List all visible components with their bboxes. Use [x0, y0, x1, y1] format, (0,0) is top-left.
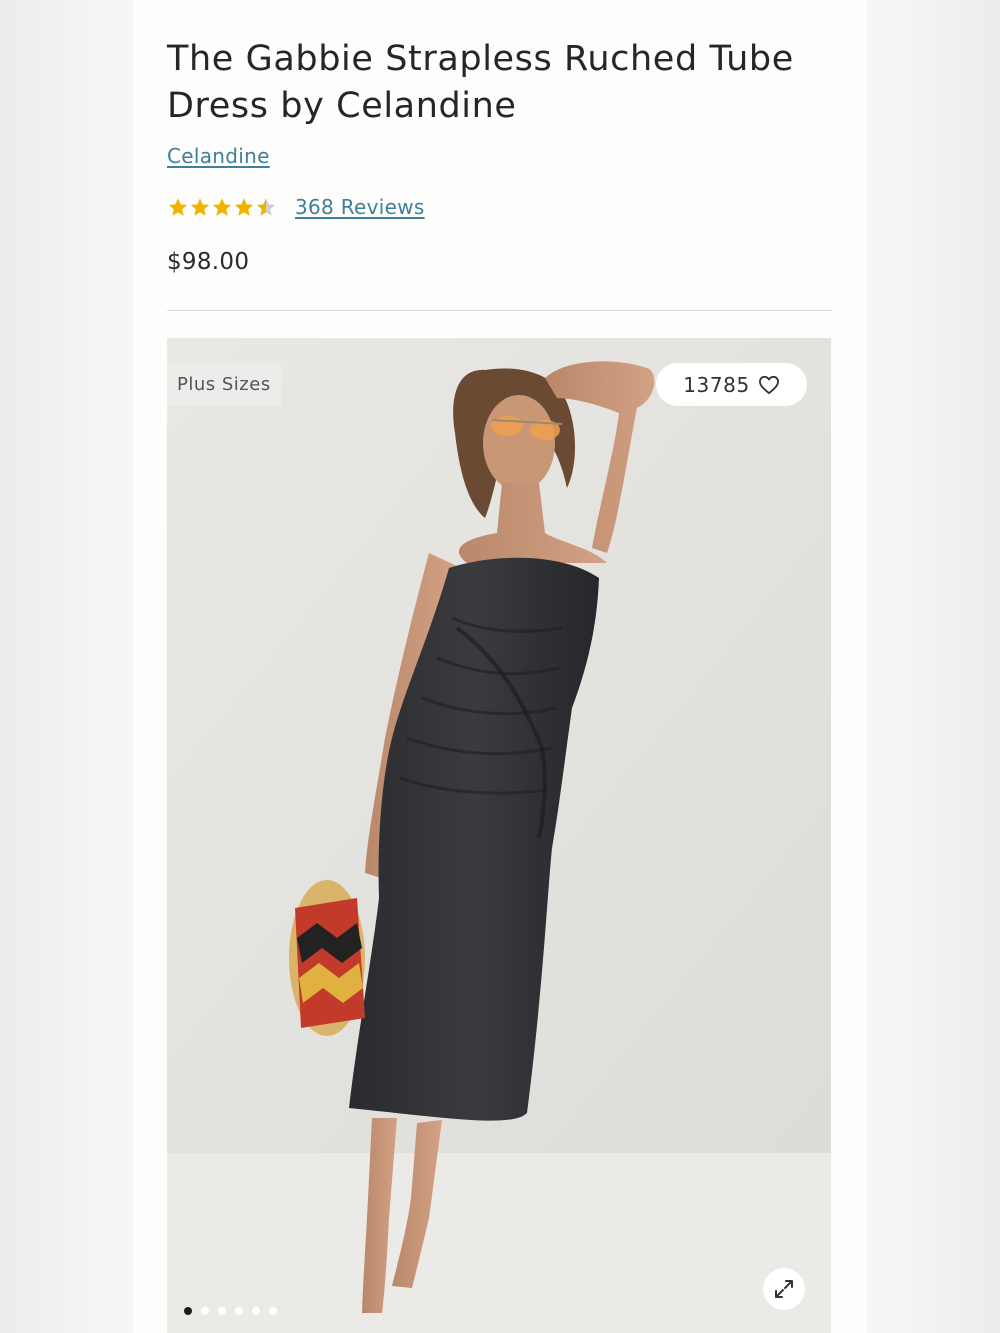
pagination-dot[interactable] — [201, 1307, 209, 1315]
favorites-count: 13785 — [683, 372, 750, 397]
gallery-pagination — [184, 1307, 277, 1315]
pagination-dot[interactable] — [269, 1307, 277, 1315]
star-icon — [190, 198, 210, 216]
page-gutter-right — [867, 0, 1000, 1333]
star-icon — [234, 198, 254, 216]
favorite-button[interactable]: 13785 — [656, 363, 807, 406]
star-icon — [256, 198, 276, 216]
pagination-dot[interactable] — [252, 1307, 260, 1315]
product-page: The Gabbie Strapless Ruched Tube Dress b… — [133, 0, 867, 1333]
expand-arrows-icon — [775, 1280, 793, 1298]
brand-link[interactable]: Celandine — [167, 144, 270, 168]
expand-image-button[interactable] — [763, 1268, 805, 1310]
pagination-dot[interactable] — [218, 1307, 226, 1315]
product-image-gallery[interactable]: Plus Sizes 13785 — [167, 338, 831, 1333]
star-rating — [167, 196, 277, 218]
divider — [167, 310, 832, 311]
pagination-dot[interactable] — [235, 1307, 243, 1315]
product-price: $98.00 — [167, 249, 250, 275]
heart-outline-icon — [758, 375, 779, 394]
page-gutter-left — [0, 0, 133, 1333]
reviews-link[interactable]: 368 Reviews — [295, 195, 425, 219]
rating-row: 368 Reviews — [167, 193, 425, 221]
star-icon — [168, 198, 188, 216]
product-title: The Gabbie Strapless Ruched Tube Dress b… — [167, 39, 794, 126]
pagination-dot[interactable] — [184, 1307, 192, 1315]
star-icon — [212, 198, 232, 216]
plus-sizes-badge: Plus Sizes — [167, 363, 281, 406]
product-photo — [167, 338, 831, 1333]
